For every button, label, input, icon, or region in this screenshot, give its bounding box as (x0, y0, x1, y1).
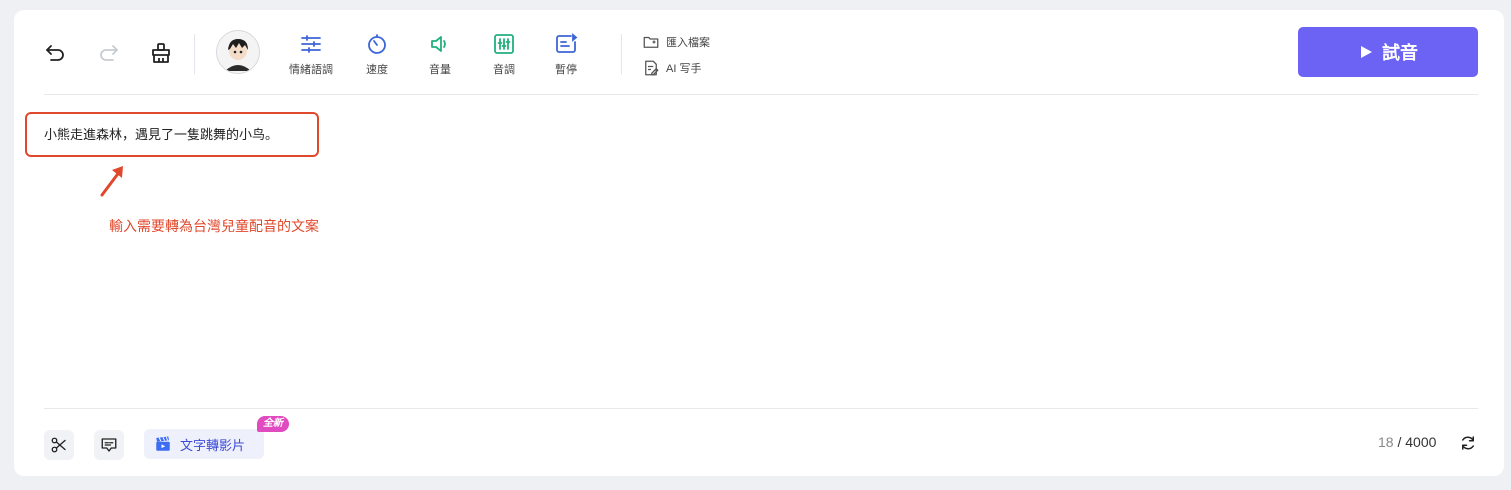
toolbar-bottom-divider (44, 94, 1478, 95)
broom-icon[interactable] (146, 38, 176, 68)
new-badge: 全新 (257, 416, 289, 432)
import-file-label: 匯入檔案 (666, 37, 710, 49)
refresh-icon[interactable] (1457, 432, 1479, 454)
sliders-icon (301, 35, 321, 53)
char-limit: 4000 (1405, 434, 1437, 450)
tool-pitch[interactable]: 音調 (474, 32, 534, 82)
tool-emotion[interactable]: 情緒語調 (281, 32, 341, 82)
tool-label: 音調 (493, 64, 515, 76)
subtitle-icon (101, 438, 117, 452)
tool-label: 暫停 (555, 64, 577, 76)
annotation-text: 輸入需要轉為台灣兒童配音的文案 (109, 218, 319, 234)
ai-writer-label: AI 写手 (666, 63, 702, 75)
text-to-video-label: 文字轉影片 (180, 437, 246, 453)
text-to-video-button[interactable]: 文字轉影片 (144, 429, 264, 459)
scissors-icon (51, 437, 66, 453)
subtitle-button[interactable] (94, 430, 124, 460)
try-voice-label: 試音 (1382, 43, 1418, 63)
tool-label: 情緒語調 (289, 64, 333, 76)
annotation-highlight-box (25, 112, 319, 157)
pause-text-icon (556, 33, 578, 53)
try-voice-button[interactable]: 試音 (1298, 27, 1478, 77)
char-counter: 18 / 4000 (1378, 434, 1436, 450)
clapperboard-icon (156, 436, 170, 451)
tool-volume[interactable]: 音量 (410, 32, 470, 82)
import-file-button[interactable]: 匯入檔案 (642, 32, 710, 52)
play-icon (1361, 46, 1372, 58)
tool-speed[interactable]: 速度 (347, 32, 407, 82)
tool-pause[interactable]: 暫停 (536, 32, 596, 82)
cut-button[interactable] (44, 430, 74, 460)
equalizer-icon (494, 34, 514, 54)
annotation-arrow-icon (100, 166, 123, 197)
speaker-icon (431, 36, 446, 52)
toolbar-divider (194, 34, 195, 74)
tool-label: 音量 (429, 64, 451, 76)
tts-editor-panel: 情緒語調 速度 音量 音調 暫停 匯入檔案 AI 写手 試音 小熊走進森林，遇見… (14, 10, 1504, 476)
toolbar-divider (621, 34, 622, 74)
toolbar: 情緒語調 速度 音量 音調 暫停 匯入檔案 AI 写手 試音 (14, 10, 1504, 94)
ai-write-icon (645, 60, 659, 76)
voice-avatar[interactable] (216, 30, 260, 74)
folder-import-icon (643, 36, 659, 48)
footer-divider (44, 408, 1478, 409)
char-count: 18 (1378, 434, 1394, 450)
timer-icon (368, 34, 386, 54)
tool-label: 速度 (366, 64, 388, 76)
ai-writer-button[interactable]: AI 写手 (642, 58, 701, 78)
undo-icon[interactable] (40, 38, 70, 68)
char-separator: / (1393, 434, 1406, 450)
redo-icon[interactable] (94, 38, 124, 68)
